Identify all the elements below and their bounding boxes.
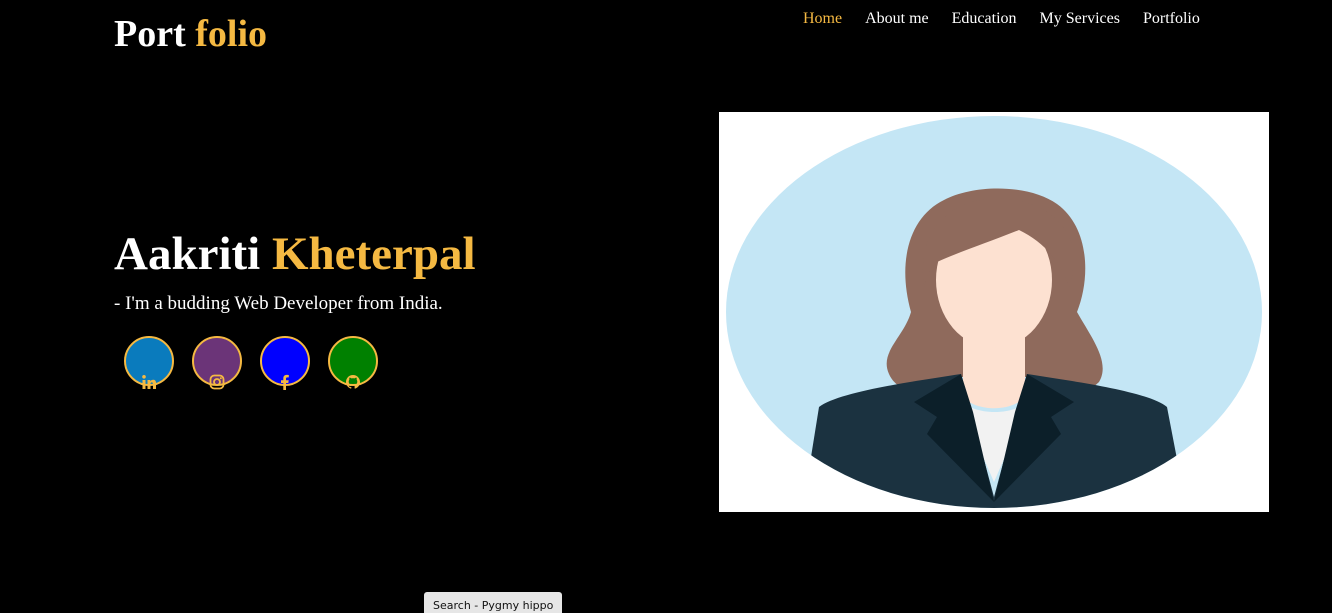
- logo[interactable]: Port folio: [114, 12, 267, 56]
- page: Port folio Home About me Education My Se…: [0, 0, 1332, 613]
- instagram-icon: [209, 374, 225, 390]
- facebook-link[interactable]: [260, 336, 310, 390]
- profile-avatar-image: [719, 112, 1269, 512]
- facebook-icon: [281, 374, 289, 390]
- woman-avatar-illustration: [726, 116, 1262, 508]
- nav-link-about-me[interactable]: About me: [865, 9, 929, 29]
- hero-last-name: Kheterpal: [271, 228, 476, 280]
- hero-first-name: Aakriti: [114, 228, 261, 280]
- github-link[interactable]: [328, 336, 378, 389]
- logo-text-accent: folio: [195, 13, 268, 55]
- linkedin-link[interactable]: [124, 336, 174, 389]
- nav-link-portfolio[interactable]: Portfolio: [1143, 9, 1200, 29]
- linkedin-icon: [142, 375, 156, 389]
- hero-tagline: - I'm a budding Web Developer from India…: [114, 293, 443, 314]
- github-icon: [346, 375, 360, 389]
- nav-link-home[interactable]: Home: [803, 9, 842, 29]
- hero-name: Aakriti Kheterpal: [114, 226, 476, 282]
- search-chip[interactable]: Search - Pygmy hippo: [424, 592, 563, 613]
- logo-text-main: Port: [114, 13, 186, 55]
- nav-link-my-services[interactable]: My Services: [1040, 9, 1120, 29]
- social-links: [124, 336, 378, 390]
- main-nav: Home About me Education My Services Port…: [803, 9, 1200, 29]
- nav-link-education[interactable]: Education: [952, 9, 1017, 29]
- instagram-link[interactable]: [192, 336, 242, 390]
